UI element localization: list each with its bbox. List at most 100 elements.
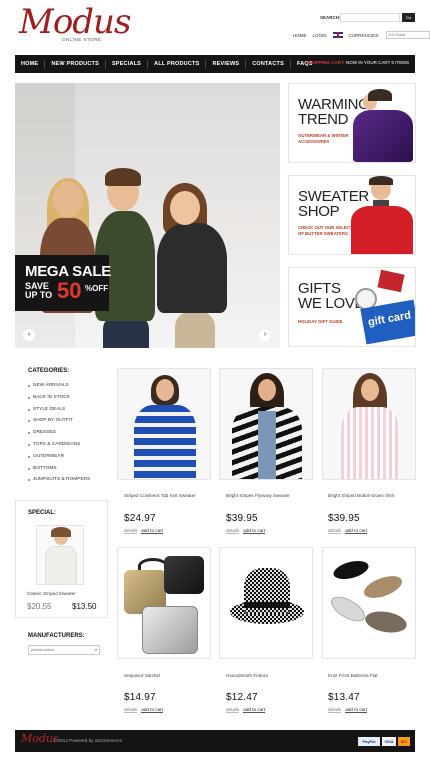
product-name[interactable]: Striped Cowlneck Tab Knit Sweater [124,493,196,498]
product-name[interactable]: Knot Front Ballerina Flat [328,673,378,678]
nav-contacts[interactable]: CONTACTS [246,61,290,67]
hero-model-right [157,223,227,313]
striped-sweater-image [134,405,196,479]
promo-gifts[interactable]: GIFTS WE LOVE HOLIDAY GIFT GUIDE gift ca… [288,267,416,347]
pink-shirt-image [341,407,399,479]
mastercard-icon: MC [398,737,410,746]
next-arrow-icon[interactable]: › [259,329,271,341]
categories-title: CATEGORIES: [28,368,70,374]
product-actions: details add to cart [124,707,163,713]
nav-specials[interactable]: SPECIALS [106,61,147,67]
details-link[interactable]: details [226,707,240,713]
product-actions: details add to cart [328,528,367,534]
special-product-image[interactable] [36,525,84,585]
category-style-deals[interactable]: STYLE DEALS [28,404,90,416]
category-shop-by-outfit[interactable]: SHOP BY OUTFIT [28,415,90,427]
nav-home[interactable]: HOME [15,61,44,67]
category-dresses[interactable]: DRESSES [28,427,90,439]
product-price: $24.97 [124,513,156,524]
prev-arrow-icon[interactable]: ‹ [23,329,35,341]
hero-banner[interactable]: MEGA SALE SAVE UP TO 50 %OFF ‹ › [15,83,280,348]
silver-flat-image [327,591,369,627]
details-link[interactable]: details [328,707,342,713]
login-link[interactable]: LOGIN [313,33,327,38]
nav-all-products[interactable]: ALL PRODUCTS [148,61,205,67]
nav-reviews[interactable]: REVIEWS [206,61,245,67]
red-gift-card-image [377,269,405,293]
details-link[interactable]: details [124,707,138,713]
product-price: $12.47 [226,692,258,703]
brown-flat-image [363,608,409,636]
manufacturers-select[interactable]: please select ▾ [28,645,100,655]
currency-select[interactable]: US Dollar [385,31,430,39]
promo-model-hair [369,176,393,185]
special-title: SPECIAL: [28,510,57,516]
details-link[interactable]: details [328,528,342,534]
add-to-cart-link[interactable]: add to cart [141,707,163,713]
category-jumpsuits-rompers[interactable]: JUMPSUITS & ROMPERS [28,474,90,486]
cart-summary[interactable]: SHOPPING CART: NOW IN YOUR CART 0 ITEMS [306,60,409,65]
nav-new-products[interactable]: NEW PRODUCTS [45,61,105,67]
home-link[interactable]: HOME [293,33,307,38]
product-image[interactable] [322,368,416,480]
product-image[interactable] [322,547,416,659]
category-bottoms[interactable]: BOTTOMS [28,463,90,475]
special-product-name[interactable]: Classic Striped Sweater [27,591,76,596]
paypal-icon: PayPal [358,737,380,746]
add-to-cart-link[interactable]: add to cart [243,707,265,713]
blue-top-image [258,411,276,479]
product-image[interactable] [219,368,313,480]
special-model-hair [51,527,71,537]
manufacturers-select-value: please select [31,647,55,652]
special-old-price: $20.55 [27,602,52,611]
product-actions: details add to cart [124,528,163,534]
cart-label: SHOPPING CART: [306,60,345,65]
model-face [361,379,379,401]
tan-flat-image [361,571,405,603]
promo-subtitle: HOLIDAY GIFT GUIDE [298,319,343,324]
hero-model-face [170,191,200,225]
chevron-down-icon: ▾ [94,647,97,652]
category-outerwear[interactable]: OUTERWEAR [28,451,90,463]
details-link[interactable]: details [226,528,240,534]
category-new-arrivals[interactable]: NEW ARRIVALS [28,380,90,392]
main-nav: HOME NEW PRODUCTS SPECIALS ALL PRODUCTS … [15,55,415,73]
promo-sweater-shop[interactable]: SWEATER SHOP CHECK OUT OUR SELECTION OF … [288,175,416,255]
product-image[interactable] [117,547,211,659]
fedora-band [244,602,290,608]
purple-jacket-image [353,110,413,162]
product-price: $13.47 [328,692,360,703]
sale-percent: 50 [57,278,82,303]
white-sweater-image [45,546,77,584]
product-image[interactable] [117,368,211,480]
footer: Modus © 2012 Powered by osCommerce PayPa… [15,730,415,752]
product-actions: details add to cart [226,528,265,534]
details-link[interactable]: details [124,528,138,534]
model-face [258,379,276,401]
site-logo[interactable]: Modus [19,2,131,42]
search-input[interactable] [340,13,400,22]
category-back-in-stock[interactable]: BACK IN STOCK [28,392,90,404]
add-to-cart-link[interactable]: add to cart [141,528,163,534]
promo-warming-trend[interactable]: WARMING TREND OUTERWEAR & WINTER ACCESSO… [288,83,416,163]
product-name[interactable]: Sequined Satchel [124,673,160,678]
product-name[interactable]: Bright Striped Button-Down Shirt [328,493,394,498]
product-name[interactable]: Bright Stripes Flyaway Sweater [226,493,290,498]
uk-flag-icon[interactable] [332,32,343,38]
add-to-cart-link[interactable]: add to cart [243,528,265,534]
product-price: $14.97 [124,692,156,703]
promo-subtitle: OUTERWEAR & WINTER ACCESSORIES [298,133,349,144]
promo-model-hair [368,89,392,101]
add-to-cart-link[interactable]: add to cart [345,528,367,534]
category-tops-cardigans[interactable]: TOPS & CARDIGANS [28,439,90,451]
product-actions: details add to cart [226,707,265,713]
product-name[interactable]: Houndstooth Fedora [226,673,268,678]
model-face [156,379,174,401]
search-label: SEARCH: [320,15,341,20]
cart-status: NOW IN YOUR CART 0 ITEMS [345,60,409,65]
sale-save-text: SAVE UP TO [25,281,53,300]
add-to-cart-link[interactable]: add to cart [345,707,367,713]
manufacturers-title: MANUFACTURERS: [28,633,85,639]
search-go-button[interactable]: Go [402,13,415,22]
product-image[interactable] [219,547,313,659]
